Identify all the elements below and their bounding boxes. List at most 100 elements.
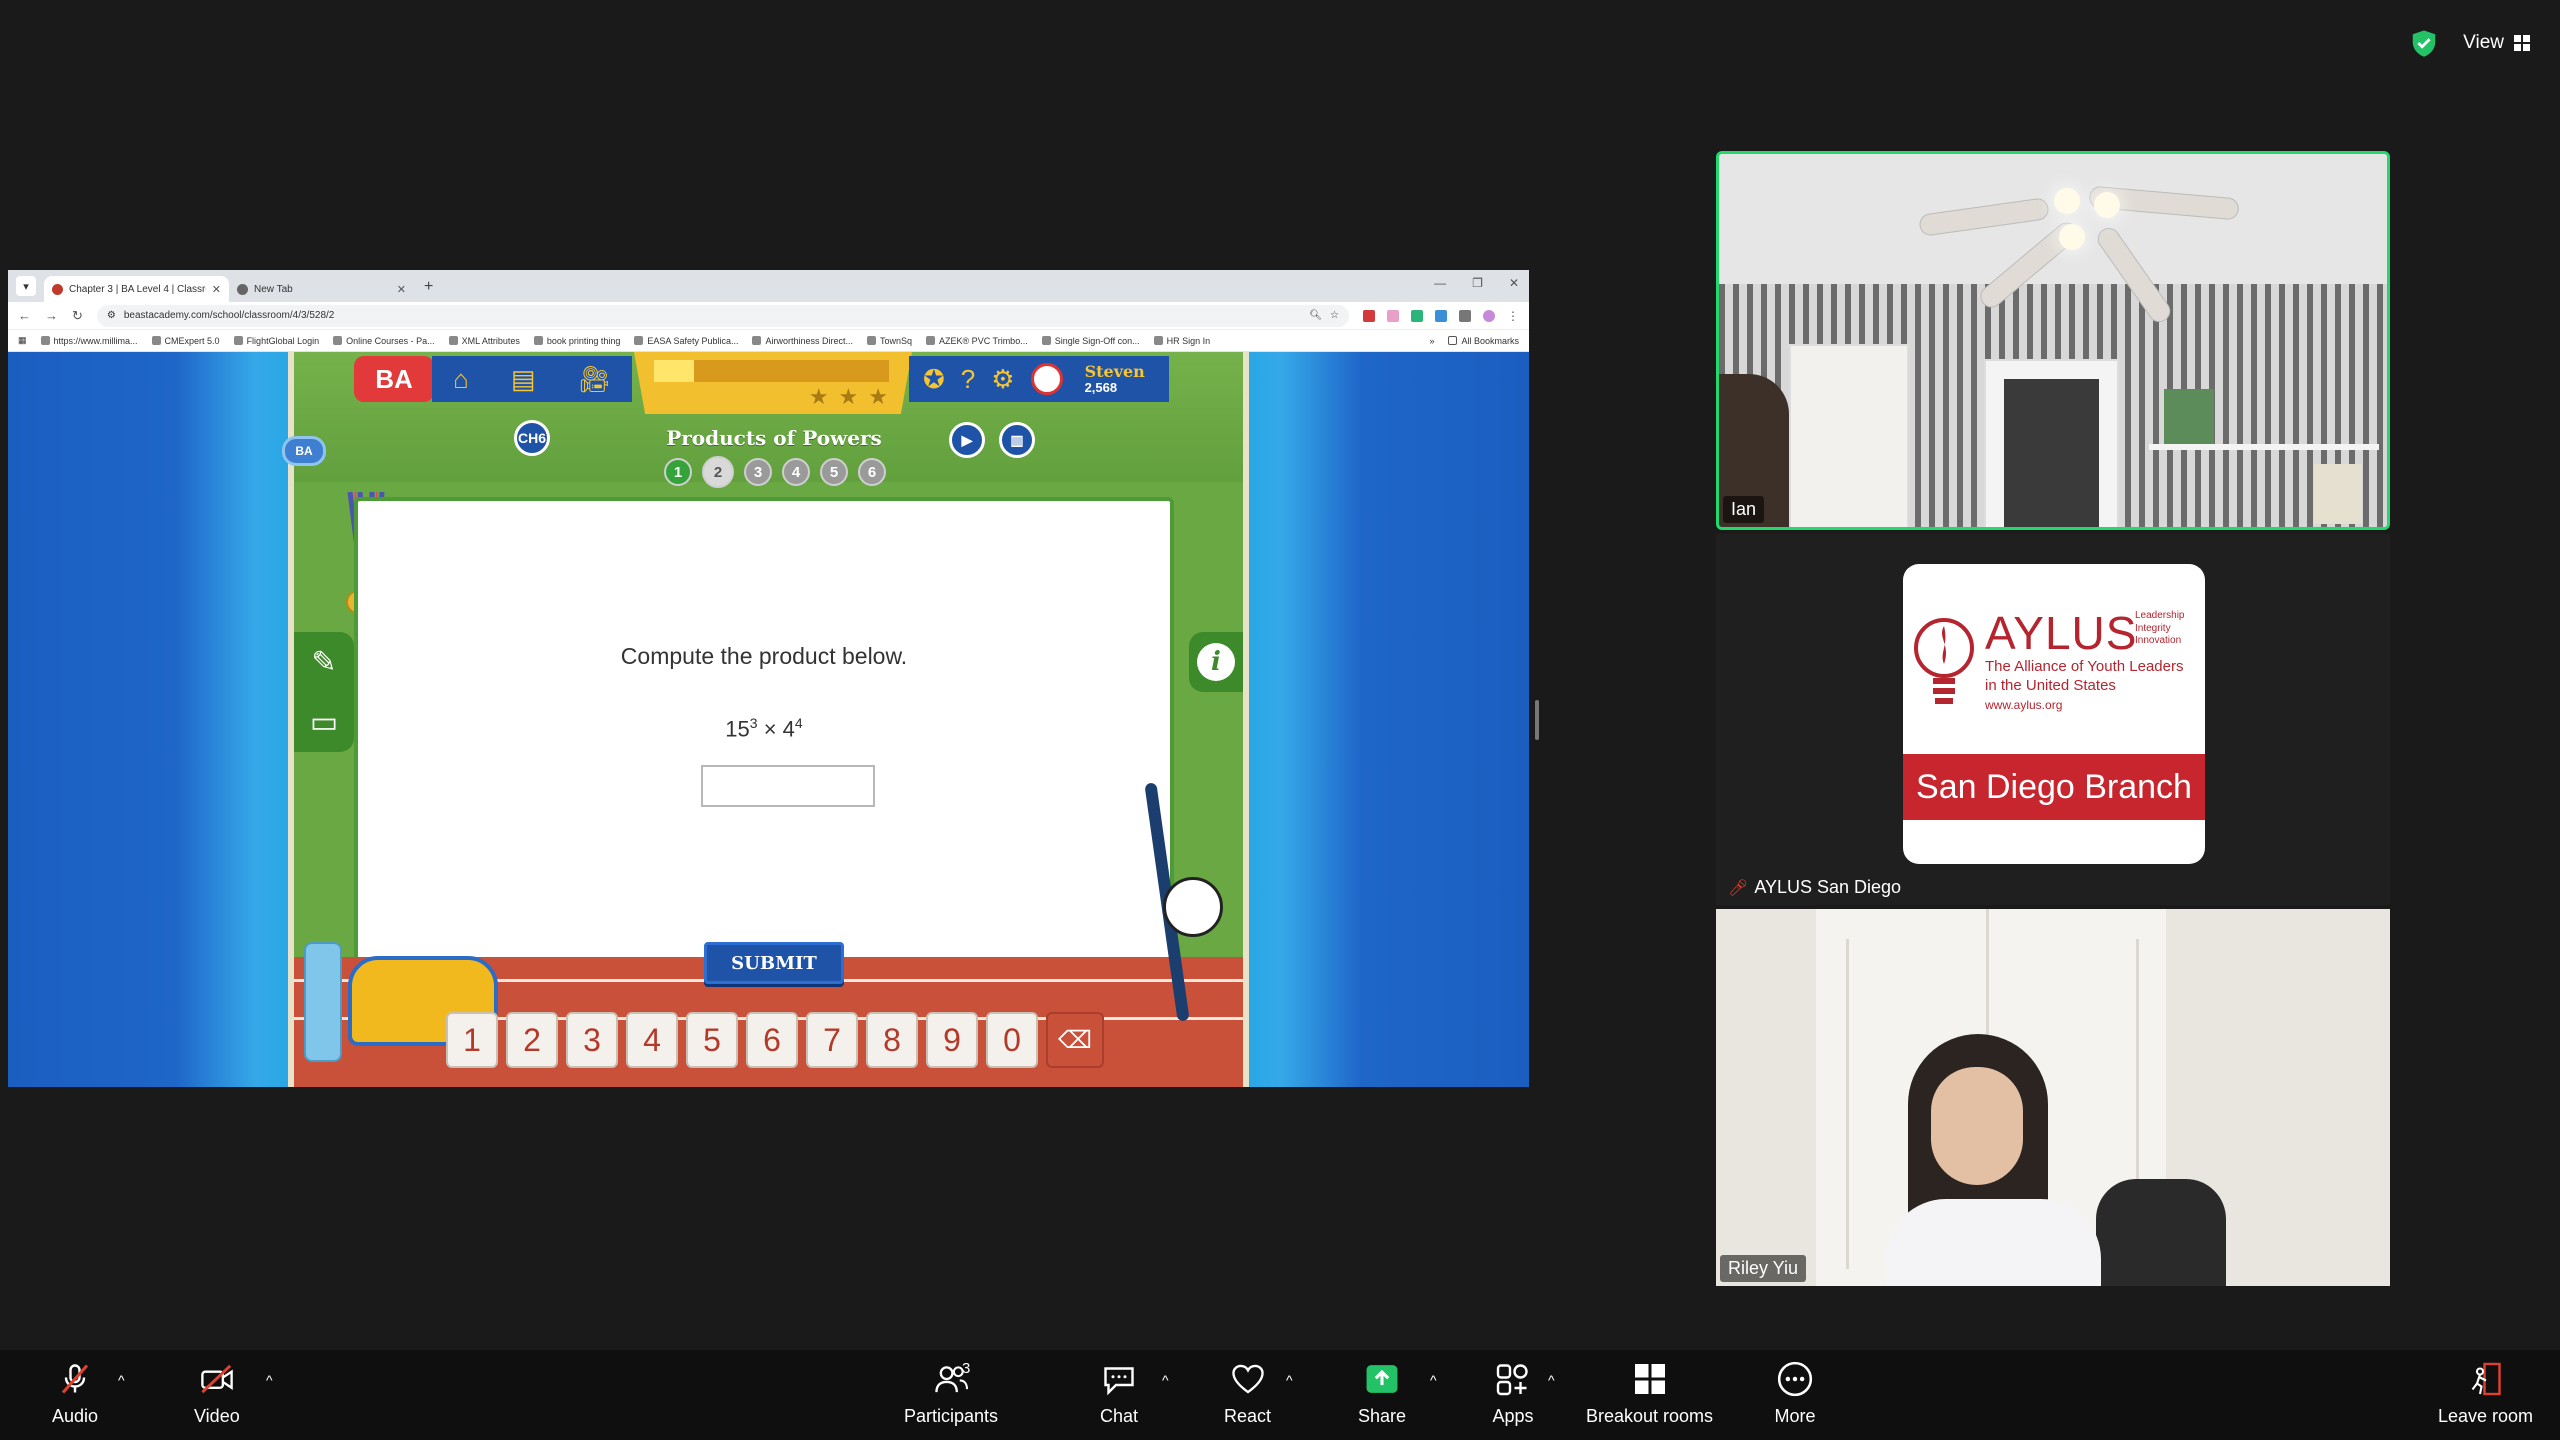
problem-dot[interactable]: 4 [782, 458, 810, 486]
tab-close-icon[interactable]: ✕ [397, 283, 406, 296]
keypad-key-9[interactable]: 9 [926, 1012, 978, 1068]
participants-button[interactable]: 3 Participants [904, 1358, 998, 1427]
video-options-caret-icon[interactable]: ^ [266, 1372, 273, 1388]
problem-dot[interactable]: 3 [744, 458, 772, 486]
minimize-icon[interactable]: — [1434, 276, 1446, 290]
keypad-key-1[interactable]: 1 [446, 1012, 498, 1068]
settings-gear-icon[interactable]: ⚙ [991, 364, 1014, 395]
all-bookmarks[interactable]: All Bookmarks [1448, 336, 1519, 346]
keypad-key-3[interactable]: 3 [566, 1012, 618, 1068]
user-info[interactable]: Steven 2,568 [1085, 363, 1145, 395]
keypad-key-6[interactable]: 6 [746, 1012, 798, 1068]
fan-light [2094, 192, 2120, 218]
back-icon[interactable]: ← [18, 308, 31, 323]
bookmark-item[interactable]: Airworthiness Direct... [752, 336, 853, 346]
browser-tab-active[interactable]: Chapter 3 | BA Level 4 | Classro ✕ [44, 276, 229, 302]
browser-tab-newtab[interactable]: New Tab ✕ [229, 276, 414, 302]
tab-search-icon[interactable]: ▾ [16, 276, 36, 296]
keypad-key-2[interactable]: 2 [506, 1012, 558, 1068]
video-button[interactable]: Video [194, 1358, 240, 1427]
new-tab-button[interactable]: + [424, 278, 433, 296]
eraser-icon[interactable]: ▭ [310, 705, 338, 740]
participant-tile-aylus[interactable]: AYLUS Leadership Integrity Innovation Th… [1716, 534, 2390, 905]
apps-grid-icon[interactable]: ▦ [18, 335, 27, 346]
view-button[interactable]: View [2453, 26, 2540, 60]
extension-icon[interactable] [1411, 309, 1423, 322]
audio-button[interactable]: Audio [52, 1358, 98, 1427]
bookmark-item[interactable]: FlightGlobal Login [233, 336, 319, 346]
bookmark-item[interactable]: TownSq [867, 336, 912, 346]
reload-icon[interactable]: ↻ [72, 308, 83, 324]
leave-room-button[interactable]: Leave room [2438, 1358, 2533, 1427]
zoom-icon[interactable]: 🔍︎ [1309, 310, 1322, 321]
apps-options-caret-icon[interactable]: ^ [1548, 1372, 1555, 1388]
more-button[interactable]: More [1774, 1358, 1816, 1427]
react-options-caret-icon[interactable]: ^ [1286, 1372, 1293, 1388]
participant-tile-ian[interactable]: Ian [1716, 151, 2390, 530]
math-expression: 153 × 44 [725, 715, 803, 742]
profile-icon[interactable] [1483, 309, 1495, 322]
react-button[interactable]: React [1224, 1358, 1271, 1427]
help-icon[interactable]: ? [961, 364, 975, 395]
bookmark-item[interactable]: https://www.millima... [40, 336, 138, 346]
forward-icon[interactable]: → [45, 308, 58, 323]
keypad-key-8[interactable]: 8 [866, 1012, 918, 1068]
backspace-key-icon[interactable]: ⌫ [1046, 1012, 1104, 1068]
bookmark-item[interactable]: Online Courses - Pa... [333, 336, 435, 346]
extension-icon[interactable] [1435, 309, 1447, 322]
keypad-key-4[interactable]: 4 [626, 1012, 678, 1068]
menu-kebab-icon[interactable]: ⋮ [1507, 309, 1519, 323]
bookmark-item[interactable]: CMExpert 5.0 [151, 336, 220, 346]
answer-input[interactable] [701, 765, 875, 807]
keypad-key-7[interactable]: 7 [806, 1012, 858, 1068]
chat-options-caret-icon[interactable]: ^ [1162, 1372, 1169, 1388]
ba-side-badge-icon[interactable]: BA [282, 436, 326, 466]
problem-dot[interactable]: 5 [820, 458, 848, 486]
ba-logo-button[interactable]: BA [354, 356, 434, 402]
shared-screen[interactable]: ▾ Chapter 3 | BA Level 4 | Classro ✕ New… [8, 270, 1529, 1087]
puzzle-extensions-icon[interactable] [1459, 309, 1471, 322]
bookmark-item[interactable]: EASA Safety Publica... [634, 336, 738, 346]
lesson-progress-meter: ★★★ [634, 352, 912, 414]
share-options-caret-icon[interactable]: ^ [1430, 1372, 1437, 1388]
bookmark-item[interactable]: Single Sign-Off con... [1041, 336, 1140, 346]
bookmark-item[interactable]: book printing thing [533, 336, 620, 346]
award-ribbon-icon[interactable]: ✪ [923, 364, 945, 395]
chat-button[interactable]: Chat [1098, 1358, 1140, 1427]
play-video-icon[interactable]: ▶ [949, 422, 985, 458]
problem-dot[interactable]: 1 [664, 458, 692, 486]
panel-resize-handle[interactable] [1535, 700, 1539, 740]
video-camera-icon[interactable]: 🎥︎ [578, 364, 611, 395]
guide-book-icon[interactable]: ▥ [999, 422, 1035, 458]
extension-icon[interactable] [1363, 309, 1375, 322]
address-bar[interactable]: ⚙ beastacademy.com/school/classroom/4/3/… [96, 304, 1349, 327]
encryption-shield-icon[interactable] [2409, 28, 2439, 58]
avatar[interactable] [1030, 363, 1063, 395]
info-button[interactable]: i [1189, 632, 1243, 692]
problem-dot[interactable]: 6 [858, 458, 886, 486]
audio-options-caret-icon[interactable]: ^ [118, 1372, 125, 1388]
share-button[interactable]: Share [1358, 1358, 1406, 1427]
book-icon[interactable]: ▤ [511, 364, 536, 395]
close-window-icon[interactable]: ✕ [1509, 276, 1519, 290]
bookmark-item[interactable]: HR Sign In [1153, 336, 1210, 346]
pencil-icon[interactable]: ✎ [311, 645, 336, 680]
problem-dot-current[interactable]: 2 [702, 456, 734, 488]
bookmark-item[interactable]: XML Attributes [448, 336, 520, 346]
bookmark-item[interactable]: AZEK® PVC Trimbo... [926, 336, 1028, 346]
more-bookmarks-chevron-icon[interactable]: » [1429, 336, 1434, 346]
site-info-icon[interactable]: ⚙ [107, 310, 116, 321]
keypad-key-5[interactable]: 5 [686, 1012, 738, 1068]
participants-count: 3 [962, 1360, 971, 1377]
tab-close-icon[interactable]: ✕ [212, 283, 221, 296]
participant-tile-riley[interactable]: Riley Yiu [1716, 909, 2390, 1286]
home-icon[interactable]: ⌂ [453, 364, 469, 395]
restore-icon[interactable]: ❐ [1472, 276, 1483, 290]
breakout-rooms-button[interactable]: Breakout rooms [1586, 1358, 1713, 1427]
keypad-key-0[interactable]: 0 [986, 1012, 1038, 1068]
extension-icon[interactable] [1387, 309, 1399, 322]
bookmark-star-icon[interactable]: ☆ [1330, 310, 1339, 321]
submit-button[interactable]: SUBMIT [704, 942, 844, 984]
soccer-ball-illustration [1163, 877, 1223, 937]
apps-button[interactable]: Apps [1492, 1358, 1534, 1427]
